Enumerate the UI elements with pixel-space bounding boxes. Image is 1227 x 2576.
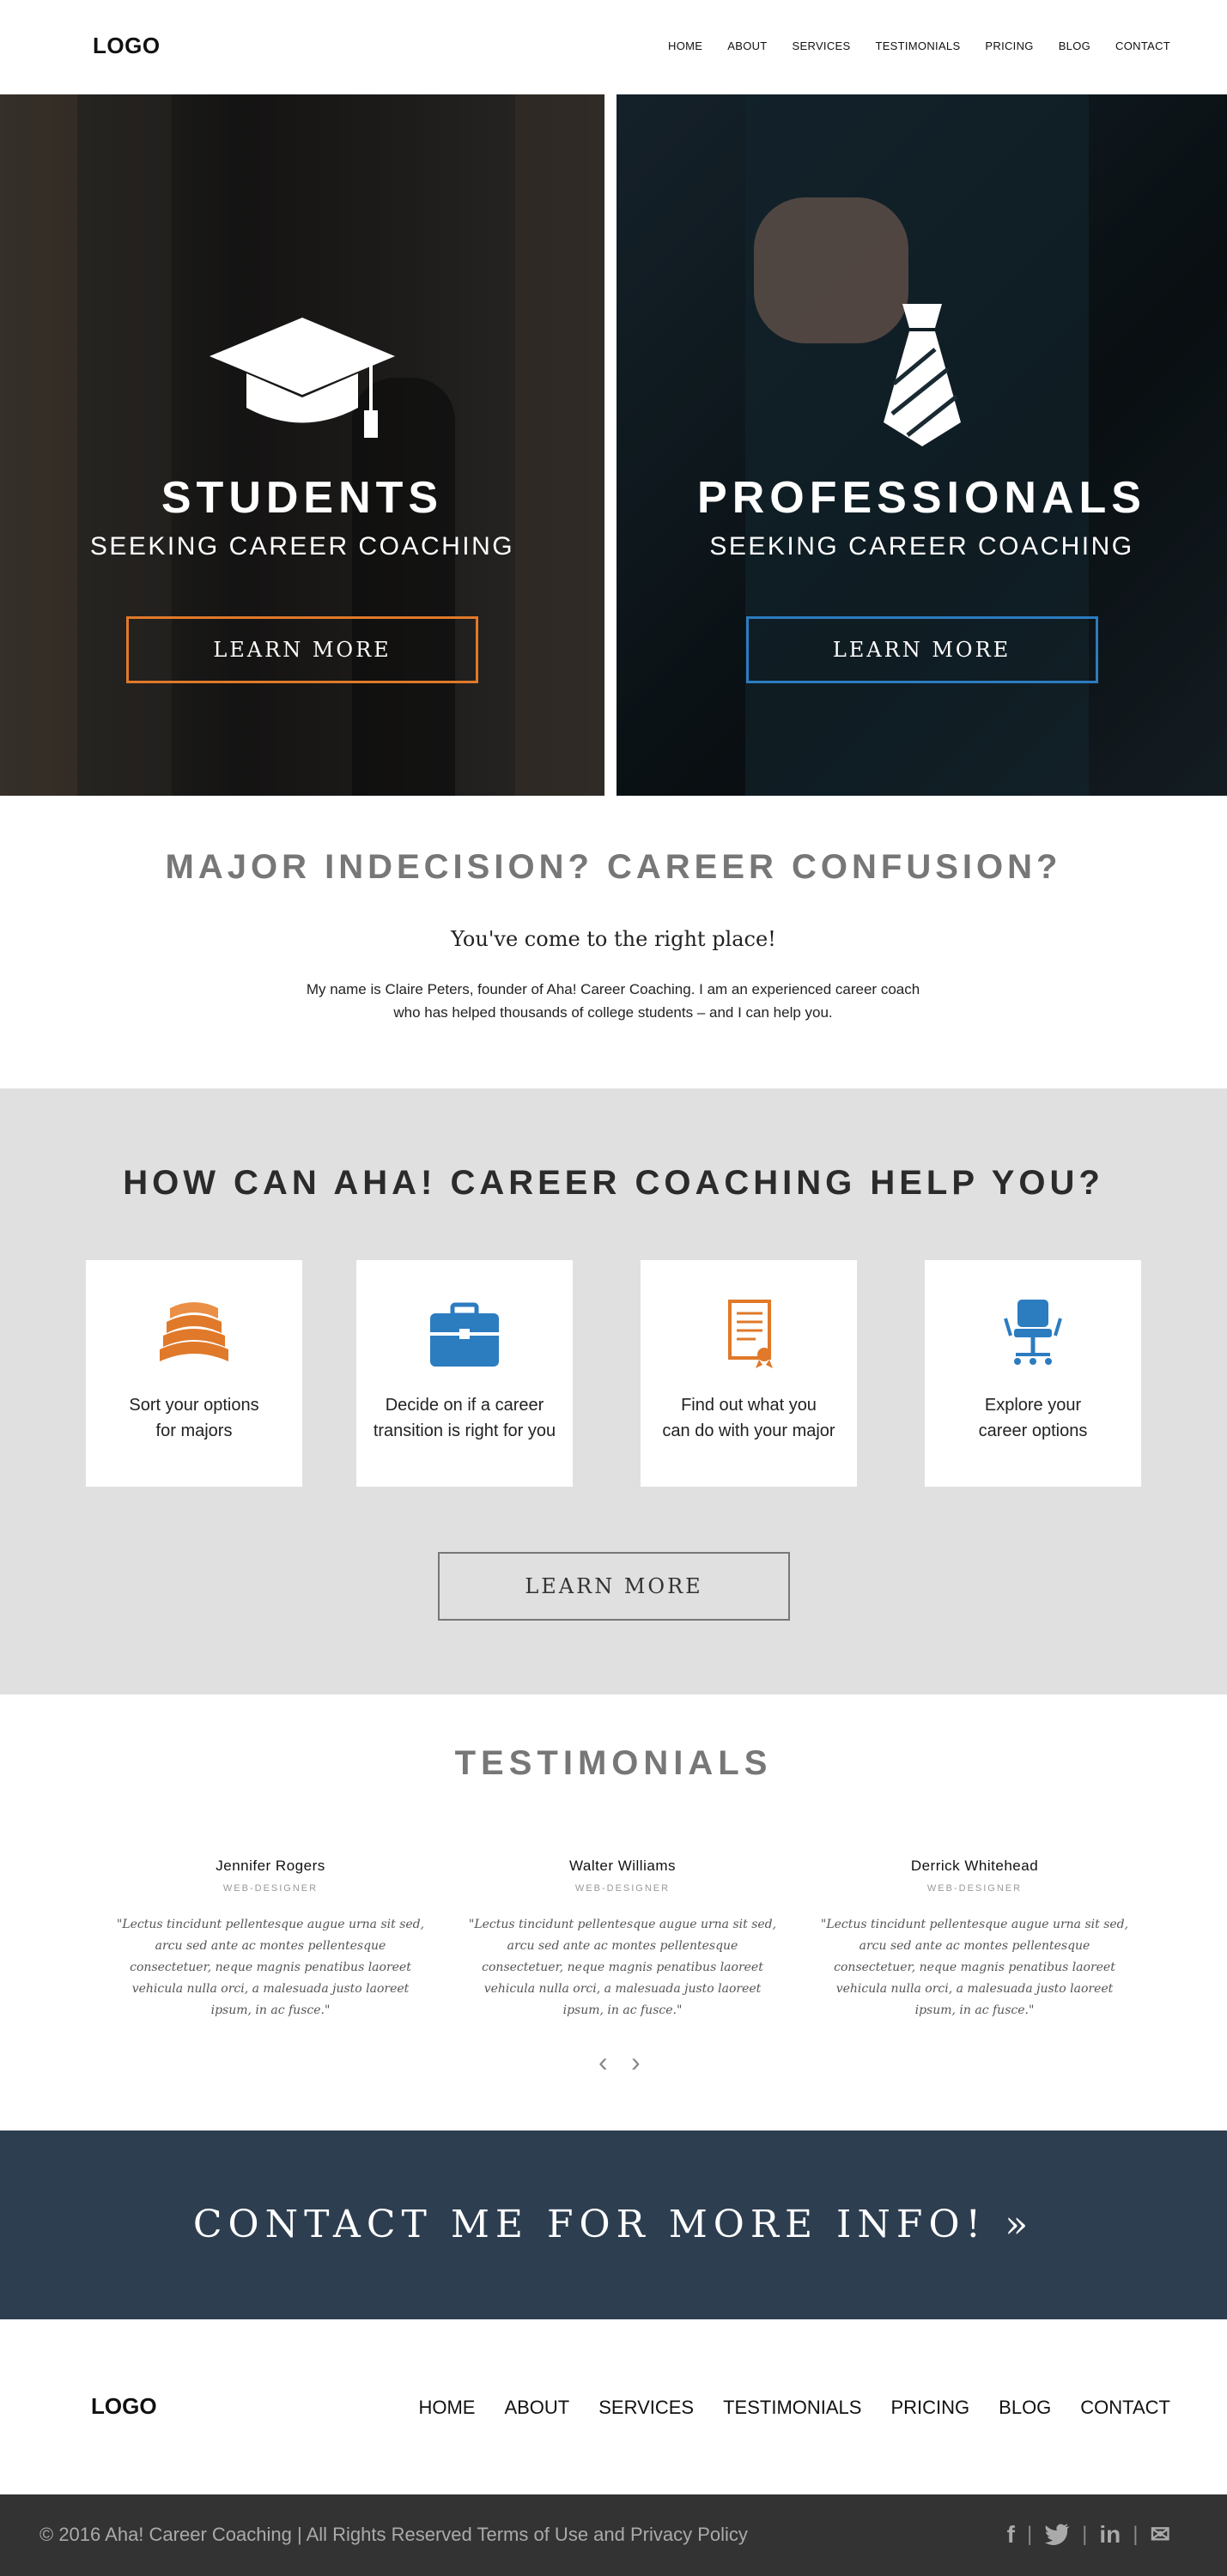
footer-logo[interactable]: LOGO — [91, 2393, 157, 2420]
testimonial-name: Jennifer Rogers — [216, 1858, 325, 1874]
contact-cta[interactable]: CONTACT ME FOR MORE INFO! » — [0, 2203, 1227, 2246]
footer-nav-home[interactable]: HOME — [418, 2397, 475, 2419]
hero-students: STUDENTS SEEKING CAREER COACHING LEARN M… — [0, 94, 604, 796]
carousel-prev-icon[interactable]: ‹ — [598, 2046, 608, 2078]
copyright-text: © 2016 Aha! Career Coaching | All Rights… — [39, 2524, 748, 2545]
hero-professionals: PROFESSIONALS SEEKING CAREER COACHING LE… — [617, 94, 1227, 796]
nav-testimonials[interactable]: TESTIMONIALS — [875, 39, 960, 52]
testimonial-name: Walter Williams — [569, 1858, 676, 1874]
hero-professionals-title: PROFESSIONALS — [697, 473, 1146, 523]
testimonial-quote: "Lectus tincidunt pellentesque augue urn… — [820, 1918, 1129, 2017]
testimonial-role: WEB-DESIGNER — [926, 1883, 1023, 1894]
nav-about[interactable]: ABOUT — [727, 39, 767, 52]
service-card[interactable]: Explore your career options — [925, 1260, 1141, 1487]
service-card-line-2: for majors — [155, 1421, 233, 1440]
service-card[interactable]: Sort your options for majors — [86, 1260, 302, 1487]
books-icon — [160, 1302, 228, 1361]
service-card-text: Sort your options for majors — [94, 1392, 294, 1444]
testimonial-name: Derrick Whitehead — [910, 1858, 1039, 1874]
intro-subtitle: You've come to the right place! — [451, 927, 776, 951]
hero-professionals-subtitle: SEEKING CAREER COACHING — [709, 532, 1134, 561]
footer-nav-blog[interactable]: BLOG — [999, 2397, 1051, 2419]
help-section: HOW CAN AHA! CAREER COACHING HELP YOU? S… — [0, 1088, 1227, 1694]
bottom-bar: © 2016 Aha! Career Coaching | All Rights… — [0, 2494, 1227, 2576]
nav-contact[interactable]: CONTACT — [1115, 39, 1170, 52]
testimonial-item: Derrick Whitehead WEB-DESIGNER "Lectus t… — [820, 1858, 1129, 2021]
service-card-text: Find out what you can do with your major — [649, 1392, 848, 1444]
help-title: HOW CAN AHA! CAREER COACHING HELP YOU? — [123, 1164, 1104, 1202]
facebook-icon[interactable]: f — [1007, 2521, 1015, 2549]
testimonial-role: WEB-DESIGNER — [574, 1883, 671, 1894]
intro-body-line-1: My name is Claire Peters, founder of Aha… — [306, 981, 920, 997]
intro-title: MAJOR INDECISION? CAREER CONFUSION? — [165, 848, 1062, 886]
site-header: LOGO HOME ABOUT SERVICES TESTIMONIALS PR… — [0, 0, 1227, 94]
service-card-line-1: Decide on if a career — [385, 1396, 544, 1415]
service-card-text: Explore your career options — [933, 1392, 1133, 1444]
necktie-icon — [883, 304, 961, 446]
testimonial-quote: "Lectus tincidunt pellentesque augue urn… — [116, 1918, 425, 2017]
nav-services[interactable]: SERVICES — [793, 39, 851, 52]
intro-body: My name is Claire Peters, founder of Aha… — [270, 978, 957, 1024]
hero-students-subtitle: SEEKING CAREER COACHING — [89, 532, 515, 561]
service-card-line-2: transition is right for you — [373, 1421, 556, 1440]
footer-nav-about[interactable]: ABOUT — [504, 2397, 569, 2419]
footer-nav-contact[interactable]: CONTACT — [1080, 2397, 1170, 2419]
footer-nav: HOME ABOUT SERVICES TESTIMONIALS PRICING… — [389, 2397, 1170, 2419]
social-separator: | — [1082, 2522, 1088, 2546]
testimonial-role: WEB-DESIGNER — [222, 1883, 319, 1894]
testimonial-quote: "Lectus tincidunt pellentesque augue urn… — [468, 1918, 777, 2017]
main-nav: HOME ABOUT SERVICES TESTIMONIALS PRICING… — [643, 39, 1170, 52]
professionals-learn-more-button[interactable]: LEARN MORE — [745, 616, 1098, 683]
certificate-icon — [728, 1300, 773, 1368]
footer-nav-testimonials[interactable]: TESTIMONIALS — [723, 2397, 861, 2419]
social-separator: | — [1026, 2522, 1033, 2546]
social-links: f | | in | ✉ — [1007, 2520, 1170, 2549]
office-chair-icon — [1004, 1300, 1062, 1365]
contact-banner[interactable]: CONTACT ME FOR MORE INFO! » — [0, 2131, 1227, 2319]
service-card-line-2: can do with your major — [662, 1421, 835, 1440]
service-card-line-1: Sort your options — [129, 1396, 259, 1415]
testimonials-title: TESTIMONIALS — [454, 1744, 773, 1782]
site-logo[interactable]: LOGO — [93, 33, 161, 59]
service-card-line-2: career options — [978, 1421, 1088, 1440]
service-card-text: Decide on if a career transition is righ… — [365, 1392, 564, 1444]
social-separator: | — [1133, 2522, 1139, 2546]
service-card[interactable]: Decide on if a career transition is righ… — [356, 1260, 573, 1487]
email-icon[interactable]: ✉ — [1151, 2520, 1170, 2549]
briefcase-icon — [430, 1302, 499, 1367]
help-learn-more-button[interactable]: LEARN MORE — [438, 1552, 790, 1621]
nav-blog[interactable]: BLOG — [1059, 39, 1090, 52]
linkedin-icon[interactable]: in — [1099, 2521, 1121, 2549]
carousel-next-icon[interactable]: › — [631, 2046, 641, 2078]
twitter-icon[interactable] — [1044, 2523, 1070, 2546]
nav-home[interactable]: HOME — [668, 39, 702, 52]
footer-nav-services[interactable]: SERVICES — [598, 2397, 694, 2419]
service-card[interactable]: Find out what you can do with your major — [641, 1260, 857, 1487]
students-learn-more-button[interactable]: LEARN MORE — [126, 616, 478, 683]
intro-body-line-2: who has helped thousands of college stud… — [393, 1004, 833, 1021]
service-card-line-1: Find out what you — [681, 1396, 817, 1415]
testimonial-item: Walter Williams WEB-DESIGNER "Lectus tin… — [468, 1858, 777, 2021]
hero-students-title: STUDENTS — [161, 473, 444, 523]
testimonial-item: Jennifer Rogers WEB-DESIGNER "Lectus tin… — [116, 1858, 425, 2021]
footer-nav-pricing[interactable]: PRICING — [890, 2397, 969, 2419]
graduation-cap-icon — [210, 318, 395, 438]
service-card-line-1: Explore your — [984, 1396, 1082, 1415]
nav-pricing[interactable]: PRICING — [985, 39, 1033, 52]
